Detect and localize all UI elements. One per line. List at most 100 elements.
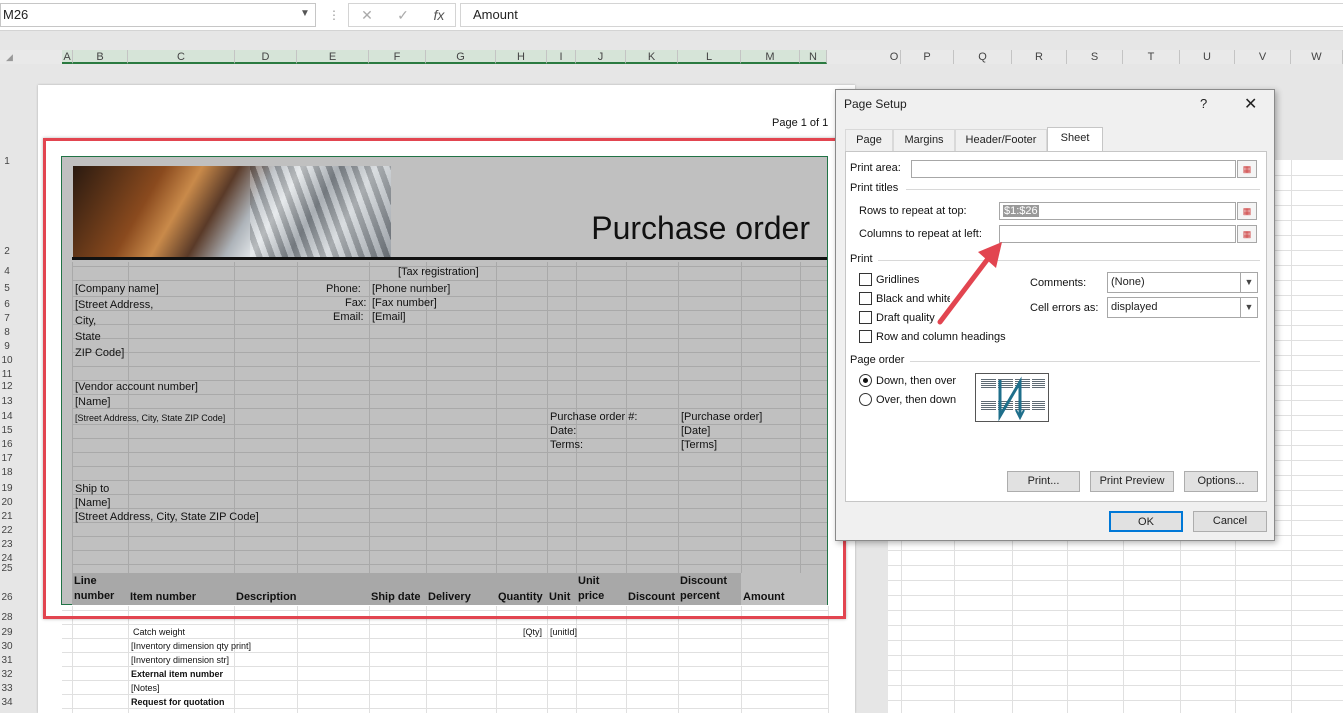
row-header-2[interactable]: 2 [0, 246, 14, 257]
column-header-q[interactable]: Q [954, 50, 1012, 64]
grid-line [741, 606, 742, 713]
draft-quality-checkbox[interactable] [859, 311, 872, 324]
help-icon[interactable]: ? [1200, 96, 1207, 111]
black-white-checkbox[interactable] [859, 292, 872, 305]
ok-button[interactable]: OK [1109, 511, 1183, 532]
row-header-8[interactable]: 8 [0, 327, 14, 338]
row-header-23[interactable]: 23 [0, 539, 14, 550]
grid-line [678, 606, 679, 713]
grid-line [888, 655, 1343, 656]
cancel-icon[interactable]: ✕ [352, 4, 382, 26]
tab-page[interactable]: Page [845, 129, 893, 151]
cell-errors-select[interactable]: displayed ▼ [1107, 297, 1258, 318]
row-header-25[interactable]: 25 [0, 563, 14, 574]
row-header-13[interactable]: 13 [0, 396, 14, 407]
column-header-h[interactable]: H [496, 50, 547, 64]
row-header-4[interactable]: 4 [0, 266, 14, 277]
row-header-22[interactable]: 22 [0, 525, 14, 536]
column-header-l[interactable]: L [678, 50, 741, 64]
chevron-down-icon[interactable]: ▼ [300, 3, 314, 25]
column-header-n[interactable]: N [800, 50, 827, 64]
column-header-b[interactable]: B [73, 50, 128, 64]
print-preview-button[interactable]: Print Preview [1090, 471, 1174, 492]
column-header-v[interactable]: V [1235, 50, 1291, 64]
row-header-26[interactable]: 26 [0, 592, 14, 603]
tab-margins[interactable]: Margins [893, 129, 955, 151]
column-header-m[interactable]: M [741, 50, 800, 64]
row-header-10[interactable]: 10 [0, 355, 14, 366]
column-header-e[interactable]: E [297, 50, 369, 64]
column-header-g[interactable]: G [426, 50, 496, 64]
row-header-16[interactable]: 16 [0, 439, 14, 450]
close-icon[interactable]: ✕ [1244, 94, 1257, 114]
row-header-29[interactable]: 29 [0, 627, 14, 638]
over-then-down-radio[interactable] [859, 393, 872, 406]
range-select-icon[interactable]: ▦ [1237, 202, 1257, 220]
range-select-icon[interactable]: ▦ [1237, 160, 1257, 178]
column-header-w[interactable]: W [1291, 50, 1343, 64]
grid-line [62, 708, 828, 709]
column-header-i[interactable]: I [547, 50, 576, 64]
row-header-34[interactable]: 34 [0, 697, 14, 708]
range-select-icon[interactable]: ▦ [1237, 225, 1257, 243]
row-header-12[interactable]: 12 [0, 381, 14, 392]
comments-select[interactable]: (None) ▼ [1107, 272, 1258, 293]
row-col-headings-checkbox[interactable] [859, 330, 872, 343]
row-header-9[interactable]: 9 [0, 341, 14, 352]
name-box[interactable]: M26 [0, 3, 316, 27]
column-header-u[interactable]: U [1180, 50, 1235, 64]
row-header-15[interactable]: 15 [0, 425, 14, 436]
row-header-6[interactable]: 6 [0, 299, 14, 310]
formula-input[interactable]: Amount [460, 3, 1343, 27]
column-header-j[interactable]: J [576, 50, 626, 64]
column-header-t[interactable]: T [1123, 50, 1180, 64]
column-header-k[interactable]: K [626, 50, 678, 64]
column-header-s[interactable]: S [1067, 50, 1123, 64]
chevron-down-icon[interactable]: ▼ [1240, 298, 1257, 317]
tab-sheet[interactable]: Sheet [1047, 127, 1103, 152]
row-header-33[interactable]: 33 [0, 683, 14, 694]
grid-line [128, 606, 129, 713]
options-button[interactable]: Options... [1184, 471, 1258, 492]
column-header-a[interactable]: A [62, 50, 73, 64]
print-titles-label: Print titles [850, 182, 899, 194]
insert-function-icon[interactable]: fx [424, 4, 454, 26]
row-header-19[interactable]: 19 [0, 483, 14, 494]
column-header-o[interactable]: O [888, 50, 901, 64]
cols-repeat-input[interactable] [999, 225, 1236, 243]
rows-repeat-label: Rows to repeat at top: [859, 205, 967, 217]
print-area-input[interactable] [911, 160, 1236, 178]
row-header-7[interactable]: 7 [0, 313, 14, 324]
row-header-32[interactable]: 32 [0, 669, 14, 680]
row-header-5[interactable]: 5 [0, 283, 14, 294]
rows-repeat-input[interactable]: $1:$26 [999, 202, 1236, 220]
print-button[interactable]: Print... [1007, 471, 1080, 492]
row-header-20[interactable]: 20 [0, 497, 14, 508]
column-header-c[interactable]: C [128, 50, 235, 64]
row-header-11[interactable]: 11 [0, 369, 14, 380]
row-header-30[interactable]: 30 [0, 641, 14, 652]
row-header-28[interactable]: 28 [0, 612, 14, 623]
column-header-r[interactable]: R [1012, 50, 1067, 64]
enter-icon[interactable]: ✓ [388, 4, 418, 26]
column-header-f[interactable]: F [369, 50, 426, 64]
row-header-1[interactable]: 1 [0, 156, 14, 167]
column-header-d[interactable]: D [235, 50, 297, 64]
more-options-icon[interactable]: ⋮ [328, 8, 340, 24]
row-header-31[interactable]: 31 [0, 655, 14, 666]
grid-line [62, 694, 828, 695]
cancel-button[interactable]: Cancel [1193, 511, 1267, 532]
tab-header-footer[interactable]: Header/Footer [955, 129, 1047, 151]
row-header-18[interactable]: 18 [0, 467, 14, 478]
select-all-icon[interactable]: ◢ [6, 52, 13, 63]
row-header-17[interactable]: 17 [0, 453, 14, 464]
gridlines-checkbox[interactable] [859, 273, 872, 286]
row-header-21[interactable]: 21 [0, 511, 14, 522]
down-then-over-radio[interactable] [859, 374, 872, 387]
row-header-14[interactable]: 14 [0, 411, 14, 422]
column-header-p[interactable]: P [901, 50, 954, 64]
grid-line [576, 606, 577, 713]
chevron-down-icon[interactable]: ▼ [1240, 273, 1257, 292]
grid-line [369, 606, 370, 713]
external-item: External item number [131, 669, 224, 679]
